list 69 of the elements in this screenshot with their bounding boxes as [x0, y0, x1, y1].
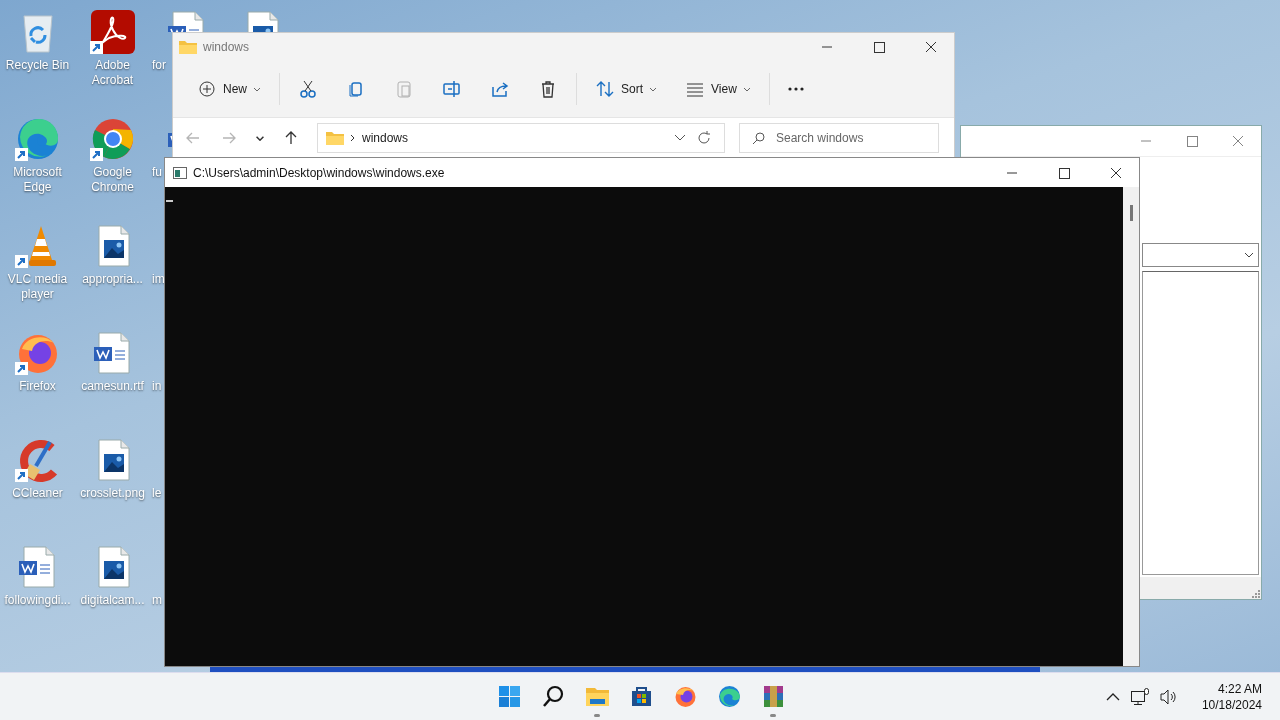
desktop-icon-label[interactable]: fu: [152, 165, 162, 180]
edge-button[interactable]: [716, 683, 742, 709]
folder-icon: [326, 131, 344, 145]
clock-time[interactable]: 4:22 AM: [1217, 680, 1262, 697]
plus-circle-icon: [197, 79, 217, 99]
chrome-icon[interactable]: [92, 119, 133, 159]
desktop-icon-label[interactable]: Microsoft Edge: [1, 165, 74, 195]
desktop-icon-label[interactable]: for: [152, 58, 166, 73]
image-file-icon[interactable]: [247, 11, 279, 32]
text-cursor: [166, 200, 173, 202]
desktop-icon-label[interactable]: digitalcam...: [76, 593, 149, 608]
broom-icon[interactable]: [19, 440, 57, 482]
desktop-icon-label[interactable]: in: [152, 379, 162, 394]
sort-button[interactable]: Sort: [581, 72, 672, 106]
network-icon[interactable]: [1129, 687, 1150, 706]
desktop-icon-label[interactable]: Firefox: [1, 379, 74, 394]
chevron-down-icon: [253, 86, 261, 92]
list-box[interactable]: [1142, 271, 1259, 575]
dropdown-field[interactable]: [1142, 243, 1259, 267]
traffic-cone-icon[interactable]: [28, 226, 56, 266]
desktop-icon-label[interactable]: crosslet.png: [76, 486, 149, 501]
chevron-down-icon: [649, 86, 658, 92]
rename-icon: [442, 79, 462, 99]
image-file-icon[interactable]: [98, 225, 129, 267]
volume-icon[interactable]: [1159, 688, 1178, 705]
image-file-icon[interactable]: [98, 546, 129, 588]
desktop-icon-label[interactable]: followingdi...: [1, 593, 74, 608]
chevron-right-icon: [350, 134, 356, 142]
chevron-down-icon: [1244, 252, 1254, 258]
desktop-icon-label[interactable]: im: [152, 272, 165, 287]
scissors-icon: [298, 79, 318, 99]
desktop-icon-label[interactable]: VLC media player: [1, 272, 74, 302]
desktop-icon-label[interactable]: Adobe Acrobat: [76, 58, 149, 88]
chevron-down-icon: [742, 86, 751, 92]
search-button[interactable]: [540, 683, 566, 709]
image-file-icon[interactable]: [98, 439, 129, 481]
more-icon: [787, 87, 804, 91]
desktop-icon-label[interactable]: m: [152, 593, 162, 608]
breadcrumb-item[interactable]: windows: [362, 131, 668, 145]
window-title: windows: [203, 40, 251, 54]
desktop-icon-label[interactable]: CCleaner: [1, 486, 74, 501]
desktop-icon-label[interactable]: Google Chrome: [76, 165, 149, 195]
pdf-app-icon[interactable]: [90, 10, 135, 54]
console-app-icon: [173, 166, 187, 179]
resize-grip-icon[interactable]: [1251, 589, 1261, 599]
scrollbar[interactable]: [1123, 187, 1139, 666]
scrollbar-thumb[interactable]: [1130, 205, 1133, 221]
chevron-up-icon[interactable]: [1105, 692, 1120, 701]
desktop-icon-label[interactable]: camesun.rtf: [76, 379, 149, 394]
view-button[interactable]: View: [671, 72, 765, 106]
desktop-icon-label[interactable]: le: [152, 486, 162, 501]
share-icon: [490, 79, 510, 99]
sort-arrows-icon: [595, 79, 615, 99]
new-button[interactable]: New: [183, 72, 275, 106]
start-button[interactable]: [496, 683, 522, 709]
recycle-bin-icon[interactable]: [23, 15, 52, 53]
fox-globe-icon[interactable]: [18, 335, 57, 373]
chevron-down-icon: [256, 135, 264, 141]
edge-icon[interactable]: [17, 118, 58, 159]
window-title: C:\Users\admin\Desktop\windows\windows.exe: [193, 165, 446, 180]
desktop-icon-label[interactable]: appropria...: [76, 272, 149, 287]
address-bar[interactable]: windows: [317, 123, 725, 153]
clock-date[interactable]: 10/18/2024: [1201, 696, 1262, 713]
folder-icon: [179, 40, 197, 54]
desktop-icon-label[interactable]: Recycle Bin: [1, 58, 74, 73]
search-field[interactable]: Search windows: [739, 123, 939, 153]
search-icon: [752, 131, 766, 145]
clipboard-icon: [394, 79, 414, 99]
chevron-down-icon[interactable]: [674, 134, 686, 142]
